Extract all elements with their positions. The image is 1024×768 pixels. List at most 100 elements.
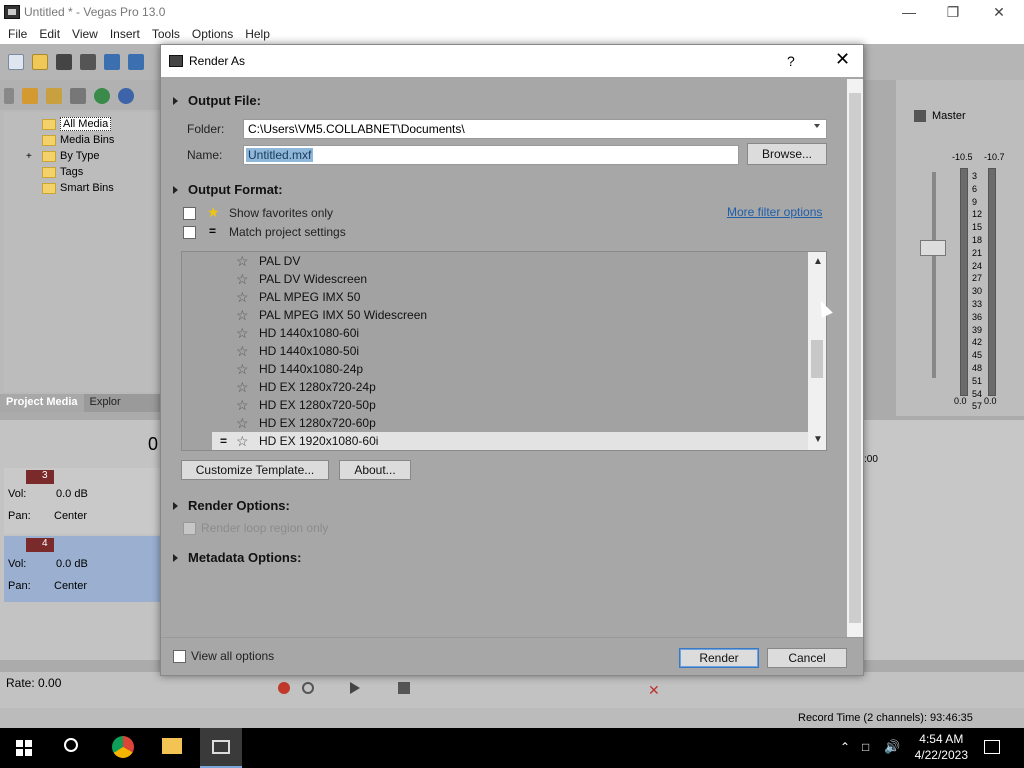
template-row[interactable]: ☆ HD 1440x1080-50i — [182, 342, 808, 360]
minimize-button[interactable]: — — [886, 0, 932, 24]
template-row[interactable]: ☆ HD 1440x1080-60i — [182, 324, 808, 342]
view-all-options-checkbox[interactable] — [173, 650, 186, 663]
menu-edit[interactable]: Edit — [33, 27, 66, 41]
windows-start-icon[interactable] — [16, 740, 32, 756]
chrome-icon[interactable] — [112, 736, 134, 758]
favorite-star-icon[interactable]: ☆ — [236, 288, 249, 306]
menu-tools[interactable]: Tools — [146, 27, 186, 41]
tab-explorer[interactable]: Explor — [84, 394, 127, 412]
browse-button[interactable]: Browse... — [747, 143, 827, 165]
render-icon[interactable] — [104, 54, 120, 70]
template-row[interactable]: ☆ PAL MPEG IMX 50 Widescreen — [182, 306, 808, 324]
show-favorites-checkbox[interactable] — [183, 207, 196, 220]
cancel-button[interactable]: Cancel — [767, 648, 847, 668]
play-icon[interactable] — [350, 682, 360, 694]
track-3[interactable]: 3 Vol: 0.0 dB Pan: Center — [4, 468, 160, 534]
favorite-star-icon[interactable]: ☆ — [236, 342, 249, 360]
template-row[interactable]: ☆ PAL DV — [182, 252, 808, 270]
dialog-scroll-thumb[interactable] — [849, 93, 861, 623]
media-fx-icon[interactable] — [118, 88, 134, 104]
save-icon[interactable] — [56, 54, 72, 70]
template-row[interactable]: ☆ PAL MPEG IMX 50 — [182, 288, 808, 306]
scroll-thumb[interactable] — [811, 340, 823, 378]
timeline-area[interactable]: :00 — [864, 420, 1024, 660]
record-icon[interactable] — [278, 682, 290, 694]
menu-file[interactable]: File — [2, 27, 33, 41]
scroll-up-icon[interactable]: ▲ — [813, 256, 823, 267]
render-button[interactable]: Render — [679, 648, 759, 668]
search-icon[interactable] — [64, 738, 78, 752]
tree-item-tags[interactable]: Tags — [42, 164, 83, 180]
output-file-section[interactable]: Output File: — [173, 93, 261, 108]
close-button[interactable]: ✕ — [976, 0, 1022, 24]
template-row[interactable]: ☆ HD 1440x1080-24p — [182, 360, 808, 378]
stop-icon[interactable] — [398, 682, 410, 694]
tray-clock[interactable]: 4:54 AM 4/22/2023 — [915, 731, 968, 763]
tree-item-all-media[interactable]: All Media — [42, 116, 112, 132]
chevron-up-icon[interactable]: ⌃ — [840, 740, 850, 754]
menu-help[interactable]: Help — [239, 27, 276, 41]
network-icon[interactable]: □ — [862, 740, 869, 754]
notification-icon[interactable] — [984, 740, 1000, 754]
volume-icon[interactable]: 🔊 — [884, 739, 900, 755]
delete-icon[interactable]: ✕ — [648, 682, 660, 699]
menu-options[interactable]: Options — [186, 27, 239, 41]
template-list-scrollbar[interactable]: ▲ ▼ — [808, 252, 826, 450]
metadata-options-section[interactable]: Metadata Options: — [173, 550, 301, 565]
folder-combo[interactable]: C:\Users\VM5.COLLABNET\Documents\ — [243, 119, 827, 139]
master-fader-track[interactable] — [932, 172, 936, 378]
import-media-icon[interactable] — [22, 88, 38, 104]
file-explorer-icon[interactable] — [162, 738, 182, 754]
favorite-star-icon[interactable]: ☆ — [236, 306, 249, 324]
output-format-section[interactable]: Output Format: — [173, 182, 283, 197]
left-peak: -10.5 — [952, 152, 973, 162]
tree-item-smart-bins[interactable]: Smart Bins — [42, 180, 114, 196]
favorite-star-icon[interactable]: ☆ — [236, 378, 249, 396]
scroll-down-icon[interactable]: ▼ — [813, 434, 823, 445]
vegas-taskbar-button[interactable] — [200, 728, 242, 768]
favorite-star-icon[interactable]: ☆ — [236, 252, 249, 270]
capture-icon[interactable] — [46, 88, 62, 104]
tree-item-media-bins[interactable]: Media Bins — [42, 132, 114, 148]
favorite-star-icon[interactable]: ☆ — [236, 324, 249, 342]
help-button[interactable]: ? — [787, 53, 795, 69]
master-fader-handle[interactable] — [920, 240, 946, 256]
dialog-scrollbar[interactable] — [847, 79, 863, 639]
properties-icon[interactable] — [128, 54, 144, 70]
save-as-icon[interactable] — [80, 54, 96, 70]
new-project-icon[interactable] — [8, 54, 24, 70]
menu-view[interactable]: View — [66, 27, 104, 41]
template-row[interactable]: ☆ PAL DV Widescreen — [182, 270, 808, 288]
name-input[interactable]: Untitled.mxf — [243, 145, 739, 165]
customize-template-button[interactable]: Customize Template... — [181, 460, 329, 480]
menu-bar: File Edit View Insert Tools Options Help — [0, 24, 1024, 44]
template-row-selected[interactable]: = ☆ HD EX 1920x1080-60i — [212, 432, 808, 450]
open-folder-icon[interactable] — [32, 54, 48, 70]
track-4[interactable]: 4 Vol: 0.0 dB Pan: Center — [4, 536, 160, 602]
loop-icon[interactable] — [302, 682, 314, 694]
maximize-button[interactable]: ❐ — [930, 0, 976, 24]
about-button[interactable]: About... — [339, 460, 411, 480]
favorite-star-icon[interactable]: ☆ — [236, 270, 249, 288]
favorite-star-icon[interactable]: ☆ — [236, 414, 249, 432]
rate-label: Rate: 0.00 — [6, 676, 62, 690]
template-row[interactable]: ☆ HD EX 1280x720-24p — [182, 378, 808, 396]
more-filter-options-link[interactable]: More filter options — [727, 205, 822, 219]
dialog-close-button[interactable]: ✕ — [835, 49, 850, 70]
favorite-star-icon[interactable]: ☆ — [236, 360, 249, 378]
equals-icon: = — [209, 224, 217, 238]
render-loop-checkbox[interactable] — [183, 522, 196, 535]
render-options-section[interactable]: Render Options: — [173, 498, 290, 513]
menu-insert[interactable]: Insert — [104, 27, 146, 41]
favorite-star-icon[interactable]: ☆ — [236, 396, 249, 414]
get-media-icon[interactable] — [70, 88, 86, 104]
favorite-star-icon[interactable]: ☆ — [236, 432, 249, 450]
template-row[interactable]: ☆ HD EX 1280x720-50p — [182, 396, 808, 414]
match-project-checkbox[interactable] — [183, 226, 196, 239]
expand-icon[interactable]: + — [26, 151, 38, 162]
remove-unused-icon[interactable] — [94, 88, 110, 104]
tree-item-by-type[interactable]: + By Type — [26, 148, 100, 164]
chevron-down-icon[interactable] — [814, 124, 820, 128]
template-row[interactable]: ☆ HD EX 1280x720-60p — [182, 414, 808, 432]
tab-project-media[interactable]: Project Media — [0, 394, 84, 412]
